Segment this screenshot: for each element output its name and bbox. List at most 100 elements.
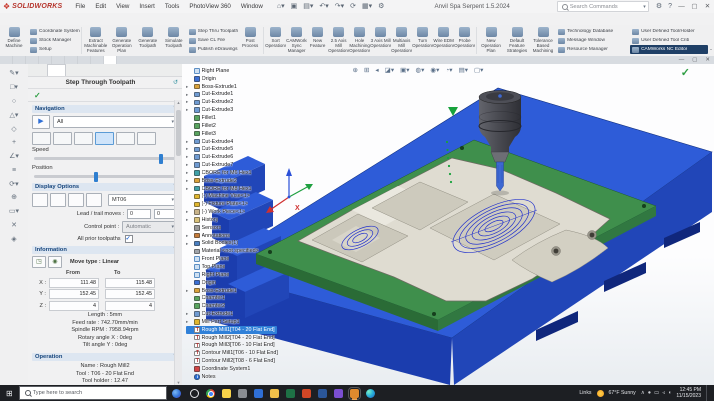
position-slider-handle[interactable] [94, 172, 98, 182]
menu-item[interactable]: File [70, 0, 90, 13]
tree-item[interactable]: Fillet3 [186, 130, 216, 138]
tool-icon[interactable]: ✕ [11, 222, 17, 229]
tree-item[interactable]: Origin [186, 75, 216, 83]
tree-item[interactable]: History [186, 216, 218, 224]
ribbon-button[interactable]: Probe Operations [454, 25, 475, 56]
quick-access-icon[interactable]: ▤▾ [300, 0, 316, 13]
tree-item[interactable]: Rough Mill3[T06 - 10 Flat End] [186, 342, 275, 350]
taskbar-app-icon[interactable] [206, 389, 215, 398]
tool-icon[interactable]: ○ [12, 98, 16, 105]
quick-access-icon[interactable]: ↶▾ [316, 0, 331, 13]
view-tool-icon[interactable]: ⊕ [350, 66, 360, 76]
menu-item[interactable]: PhotoView 360 [184, 0, 236, 13]
tree-item[interactable]: Contour Mill2[T08 - 6 Flat End] [186, 357, 275, 365]
tree-item[interactable]: Cut-Extrude1 [186, 310, 233, 318]
position-slider[interactable] [34, 175, 176, 178]
system-tray-icon[interactable]: ◖ [668, 390, 671, 396]
refresh-icon[interactable]: ↺ [173, 79, 182, 86]
panel-tab[interactable] [151, 64, 168, 76]
step-button[interactable] [74, 132, 93, 145]
ribbon-tab[interactable] [39, 56, 52, 64]
view-tool-icon[interactable]: ▢▾ [471, 66, 485, 76]
navigation-mode-select[interactable]: All▾ [53, 116, 178, 128]
taskbar-app-icon[interactable] [334, 389, 343, 398]
cortana-icon[interactable] [172, 389, 181, 398]
ok-button[interactable]: ✓ [28, 91, 41, 100]
ribbon-button[interactable]: Multiaxis Mill Operations [391, 25, 412, 56]
taskbar-app-icon[interactable] [318, 389, 327, 398]
tree-item[interactable]: CBORE for M8 Hex1 [186, 185, 252, 193]
panel-tab[interactable] [47, 64, 66, 76]
view-tool-icon[interactable]: ◪▾ [382, 66, 396, 76]
ribbon-tab[interactable] [52, 56, 65, 64]
tool-icon[interactable]: ≡ [12, 167, 16, 174]
tree-item[interactable]: Fillet2 [186, 122, 216, 130]
tree-item[interactable]: (-) Work Piece<1> [186, 208, 245, 216]
tool-icon[interactable]: ⊕ [11, 194, 17, 201]
view-tool-icon[interactable]: ◔▾ [443, 66, 455, 76]
tree-item[interactable]: Cut-Extrude7 [186, 161, 233, 169]
lead-moves-input[interactable]: 0 [127, 209, 151, 219]
taskbar-app-icon[interactable] [254, 389, 263, 398]
view-tool-icon[interactable]: ◂ [373, 66, 381, 76]
navigation-section-header[interactable]: Navigationˆ [32, 105, 178, 113]
start-button[interactable]: ⊞ [0, 389, 19, 398]
ribbon-button[interactable]: Generate Toolpath [135, 25, 161, 56]
ribbon-button[interactable]: New Operation Plan [478, 25, 504, 56]
ribbon-button[interactable]: Generate Operation Plan [109, 25, 135, 56]
view-tool-icon[interactable]: ◍▾ [413, 66, 427, 76]
ribbon-button[interactable]: Tolerance Based Machining [530, 25, 556, 56]
system-tray-icon[interactable]: ∧ [641, 390, 645, 396]
tree-item[interactable]: Cut-Extrude6 [186, 153, 233, 161]
speed-slider[interactable] [34, 157, 176, 160]
panel-scrollbar[interactable]: ▲▼ [174, 100, 182, 385]
tree-item[interactable]: Top Plane [186, 263, 225, 271]
ribbon-button[interactable]: Default Feature Strategies [504, 25, 530, 56]
ribbon-button[interactable]: Post Process [238, 25, 262, 56]
display-options-section-header[interactable]: Display Optionsˆ [32, 183, 178, 191]
tree-item[interactable]: (-) Fixture Plate<1> [186, 200, 248, 208]
ribbon-button[interactable]: 3 Axis Mill Operations [370, 25, 391, 56]
ribbon-button[interactable]: Extract Machinable Features [83, 25, 109, 56]
tree-item[interactable]: CBORE for M6 Hex1 [186, 169, 252, 177]
step-button[interactable] [53, 132, 72, 145]
control-point-select[interactable]: Automatic▾ [122, 221, 178, 233]
quick-access-icon[interactable]: ⌂▾ [274, 0, 288, 13]
quick-access-icon[interactable]: ▣ [288, 0, 301, 13]
ribbon-button[interactable]: Define Machine [0, 25, 28, 56]
tool-icon[interactable]: ◈ [11, 236, 16, 243]
ribbon-button[interactable]: Resource Manager [556, 45, 630, 54]
show-desktop-button[interactable] [706, 385, 710, 401]
display-toggle-button[interactable] [32, 193, 48, 207]
tree-item[interactable]: Rough Mill1[T04 - 20 Flat End] [186, 326, 277, 334]
ribbon-button[interactable]: User Defined Tool/Holder [630, 27, 708, 36]
tool-display-select[interactable]: MT06▾ [108, 194, 178, 206]
tree-item[interactable]: Rough Mill2[T04 - 20 Flat End] [186, 334, 275, 342]
taskbar-app-icon[interactable] [286, 389, 295, 398]
view-tool-icon[interactable]: ▣▾ [398, 66, 412, 76]
taskbar-app-icon[interactable] [190, 389, 199, 398]
confirmation-check-icon[interactable]: ✓ [681, 66, 690, 79]
step-button[interactable] [32, 132, 51, 145]
ribbon-button[interactable]: CAMWorks NC Editor [630, 45, 708, 54]
ribbon-button[interactable]: Turn Operations [412, 25, 433, 56]
options-gear-button[interactable]: ⚙ [653, 0, 665, 13]
ribbon-button[interactable]: Simulate Toolpath [161, 25, 187, 56]
help-button[interactable]: ? [665, 0, 675, 13]
ribbon-tab[interactable] [0, 56, 13, 64]
taskbar-app-icon[interactable] [238, 389, 247, 398]
quick-access-icon[interactable]: ↷▾ [332, 0, 347, 13]
system-tray-icon[interactable]: ● [648, 390, 651, 396]
ribbon-tab[interactable] [104, 56, 117, 64]
speed-slider-handle[interactable] [159, 154, 163, 164]
menu-item[interactable]: Insert [134, 0, 159, 13]
view-tool-icon[interactable]: ◉▾ [428, 66, 442, 76]
ribbon-button[interactable]: Coordinate System [28, 27, 80, 36]
step-button[interactable] [95, 132, 114, 145]
ribbon-button[interactable]: Save CL File [187, 36, 238, 45]
ribbon-tab[interactable] [26, 56, 39, 64]
play-button[interactable]: ▶ [32, 115, 50, 129]
taskbar-search-input[interactable]: Type here to search [19, 386, 167, 400]
menu-item[interactable]: View [111, 0, 134, 13]
taskbar-app-icon[interactable] [222, 389, 231, 398]
